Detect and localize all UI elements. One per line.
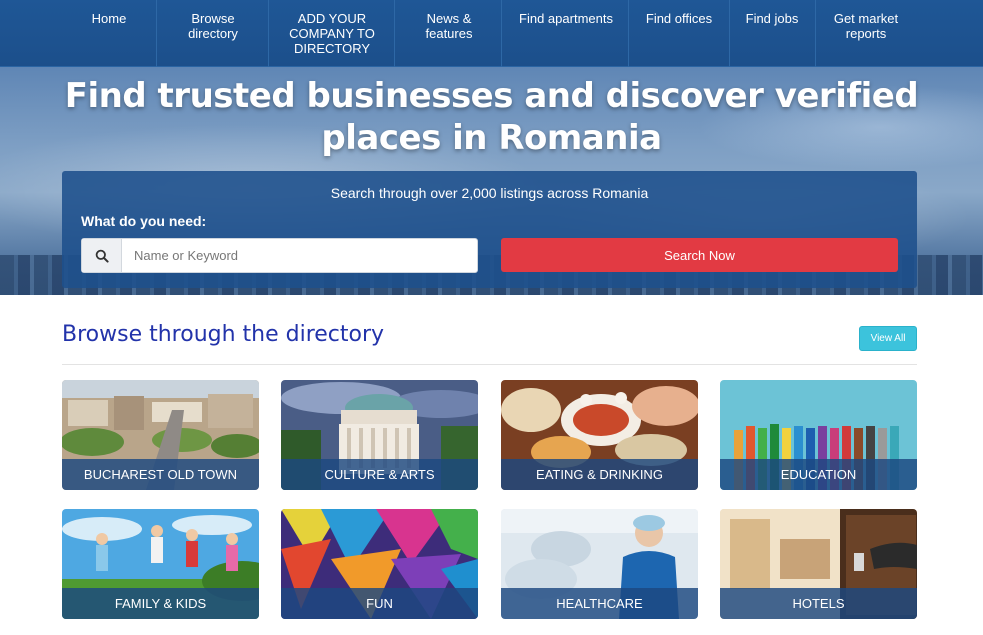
category-card-eating-drinking[interactable]: EATING & DRINKING — [501, 380, 698, 490]
category-card-bucharest-old-town[interactable]: BUCHAREST OLD TOWN — [62, 380, 259, 490]
category-card-healthcare[interactable]: HEALTHCARE — [501, 509, 698, 619]
top-navigation: Home Browse directory ADD YOUR COMPANY T… — [0, 0, 983, 67]
category-label: HOTELS — [720, 588, 917, 619]
nav-find-apartments[interactable]: Find apartments — [508, 0, 624, 67]
nav-find-offices-label: Find offices — [645, 11, 713, 26]
nav-home[interactable]: Home — [72, 0, 146, 67]
category-label: EATING & DRINKING — [501, 459, 698, 490]
search-field — [81, 238, 478, 273]
nav-add-company[interactable]: ADD YOUR COMPANY TO DIRECTORY — [280, 0, 384, 67]
search-now-button[interactable]: Search Now — [501, 238, 898, 272]
view-all-button[interactable]: View All — [859, 326, 917, 351]
search-input[interactable] — [123, 239, 477, 272]
search-caption: Search through over 2,000 listings acros… — [330, 185, 649, 201]
nav-divider — [501, 0, 502, 67]
nav-divider — [156, 0, 157, 67]
nav-market-reports[interactable]: Get market reports — [826, 0, 906, 67]
nav-market-reports-label: Get market reports — [833, 11, 899, 41]
category-label: HEALTHCARE — [501, 588, 698, 619]
nav-divider — [729, 0, 730, 67]
nav-news-features-label: News & features — [425, 11, 473, 41]
nav-news-features[interactable]: News & features — [408, 0, 490, 67]
category-label: CULTURE & ARTS — [281, 459, 478, 490]
section-divider — [62, 364, 917, 365]
nav-browse-directory-label: Browse directory — [188, 11, 238, 41]
nav-find-jobs-label: Find jobs — [745, 11, 799, 26]
search-icon — [82, 239, 122, 272]
nav-home-label: Home — [91, 11, 127, 26]
category-label: FUN — [281, 588, 478, 619]
nav-divider — [628, 0, 629, 67]
category-card-culture-arts[interactable]: CULTURE & ARTS — [281, 380, 478, 490]
hero-title: Find trusted businesses and discover ver… — [64, 76, 919, 158]
nav-divider — [394, 0, 395, 67]
hero-banner: Find trusted businesses and discover ver… — [0, 67, 983, 295]
directory-title: Browse through the directory — [62, 322, 385, 347]
search-label: What do you need: — [81, 213, 207, 229]
category-card-family-kids[interactable]: FAMILY & KIDS — [62, 509, 259, 619]
nav-find-apartments-label: Find apartments — [519, 11, 613, 26]
category-label: BUCHAREST OLD TOWN — [62, 459, 259, 490]
nav-find-offices[interactable]: Find offices — [636, 0, 722, 67]
nav-divider — [815, 0, 816, 67]
search-panel: Search through over 2,000 listings acros… — [62, 171, 917, 288]
nav-divider — [268, 0, 269, 67]
category-label: FAMILY & KIDS — [62, 588, 259, 619]
nav-browse-directory[interactable]: Browse directory — [170, 0, 256, 67]
category-card-fun[interactable]: FUN — [281, 509, 478, 619]
nav-find-jobs[interactable]: Find jobs — [736, 0, 808, 67]
nav-add-company-label: ADD YOUR COMPANY TO DIRECTORY — [289, 11, 375, 56]
category-card-education[interactable]: EDUCATION — [720, 380, 917, 490]
category-card-hotels[interactable]: HOTELS — [720, 509, 917, 619]
category-label: EDUCATION — [720, 459, 917, 490]
